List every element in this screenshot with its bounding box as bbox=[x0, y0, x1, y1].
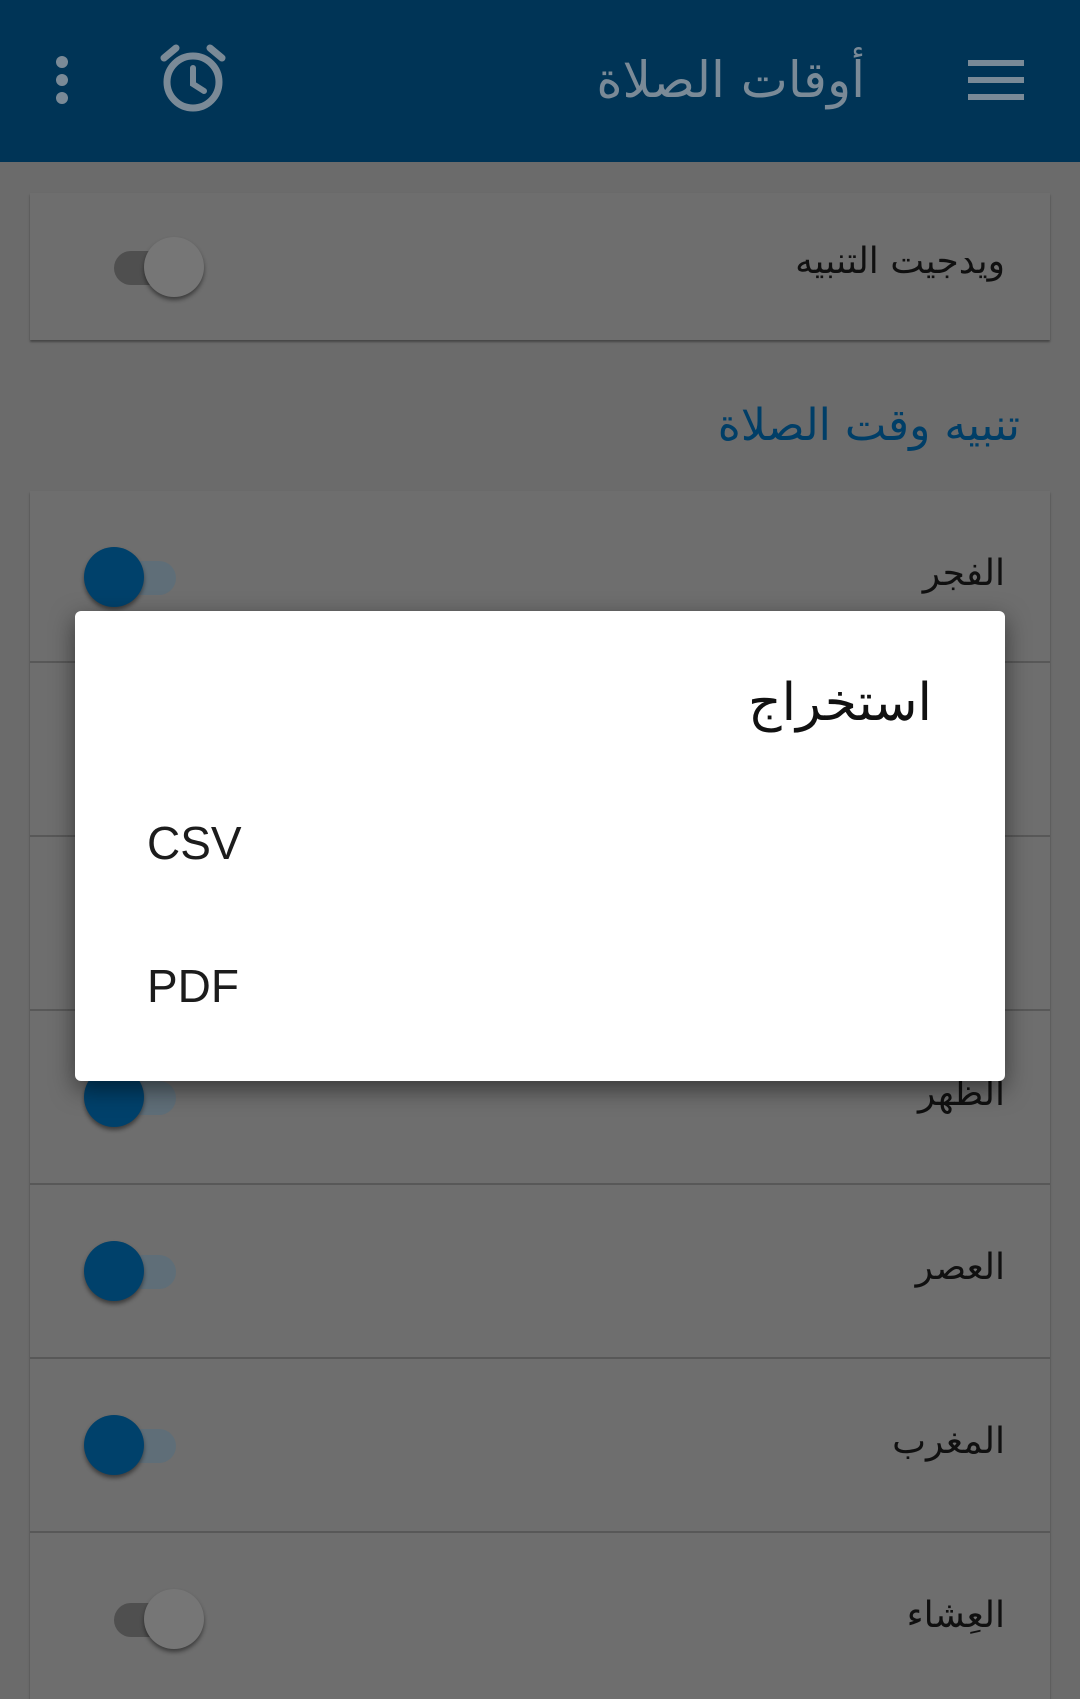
export-option-pdf[interactable]: PDF bbox=[147, 959, 239, 1013]
export-option-csv[interactable]: CSV bbox=[147, 816, 242, 870]
export-dialog: استخراج CSV PDF bbox=[75, 611, 1005, 1081]
dialog-title: استخراج bbox=[748, 673, 932, 733]
